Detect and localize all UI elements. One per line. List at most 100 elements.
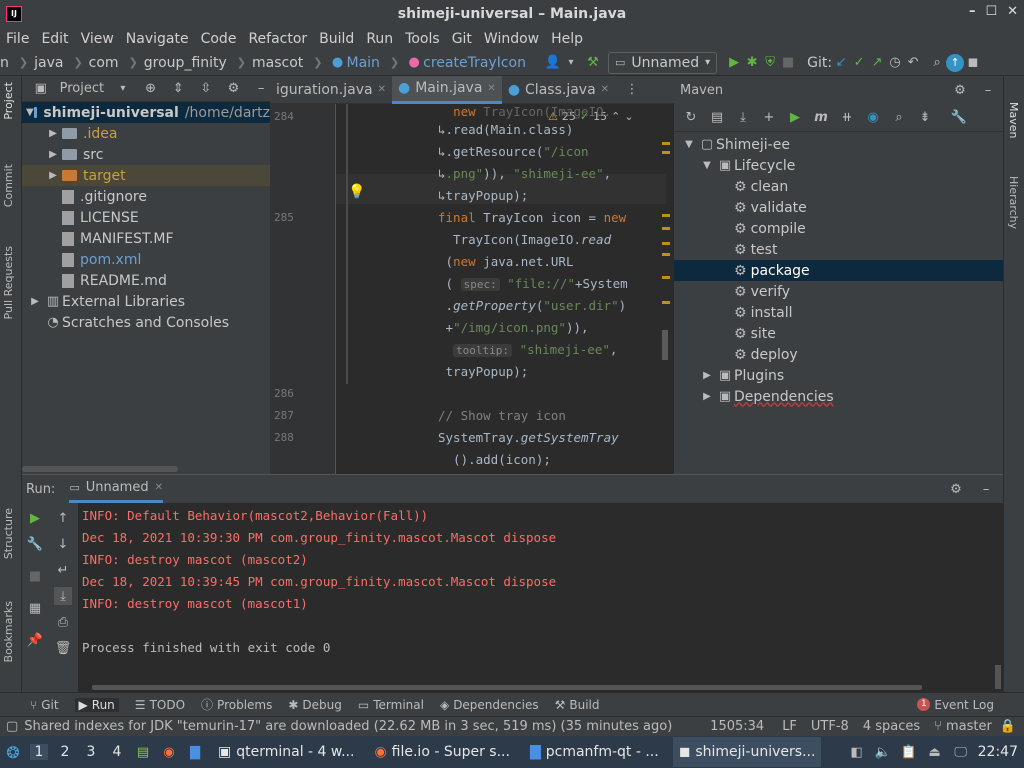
task-intellij[interactable]: ◼ shimeji-univers... [672, 737, 822, 767]
tab-structure-vertical[interactable]: Structure [2, 508, 15, 559]
toggle-offline-icon[interactable]: ⧺ [838, 109, 856, 127]
chevron-down-icon[interactable]: ▼ [698, 157, 716, 175]
clock[interactable]: 22:47 [978, 744, 1018, 760]
hide-icon[interactable]: – [252, 80, 270, 98]
run-tab-unnamed[interactable]: ▭ Unnamed ✕ [69, 475, 163, 503]
hammer-icon[interactable]: ⚒ [584, 54, 602, 72]
line-separator[interactable]: LF [782, 719, 797, 734]
project-view-label[interactable]: Project [60, 81, 104, 96]
breadcrumb-group-finity[interactable]: group_finity [144, 55, 227, 71]
status-message[interactable]: Shared indexes for JDK "temurin-17" are … [24, 719, 672, 734]
up-arrow-icon[interactable]: ↑ [54, 509, 72, 527]
tree-item[interactable]: README.md [22, 270, 270, 291]
add-icon[interactable]: + [760, 109, 778, 127]
chevron-up-icon[interactable]: ⌃ [611, 110, 620, 123]
wrench-icon[interactable]: 🔧 [950, 109, 968, 127]
close-icon[interactable]: ✕ [1007, 4, 1018, 19]
tab-dependencies[interactable]: ◈ Dependencies [440, 698, 539, 712]
task-firefox[interactable]: ◉ file.io - Super s... [368, 737, 516, 767]
maven-project-root[interactable]: ▼ ▢ Shimeji-ee [674, 134, 1003, 155]
menu-view[interactable]: View [81, 31, 114, 47]
menu-help[interactable]: Help [551, 31, 583, 47]
tree-item[interactable]: ▶ target [22, 165, 270, 186]
removable-drive-icon[interactable]: ⏏ [926, 743, 944, 761]
maven-goal-verify[interactable]: ⚙ verify [674, 281, 1003, 302]
pin-icon[interactable]: 📌 [26, 631, 44, 649]
maven-goal-test[interactable]: ⚙ test [674, 239, 1003, 260]
menu-build[interactable]: Build [319, 31, 354, 47]
reload-icon[interactable]: ↻ [682, 109, 700, 127]
tree-external-libraries[interactable]: ▶ ▥ External Libraries [22, 291, 270, 312]
tab-problems[interactable]: ⓘ Problems [201, 696, 272, 713]
workspace-3[interactable]: 3 [82, 744, 100, 760]
menu-window[interactable]: Window [484, 31, 539, 47]
stop-icon[interactable]: ■ [779, 54, 797, 72]
horizontal-scrollbar[interactable] [92, 685, 922, 690]
tab-git[interactable]: ⑂ Git [30, 698, 59, 712]
coverage-icon[interactable]: ⛨ [761, 54, 779, 72]
hide-icon[interactable]: – [979, 81, 997, 99]
task-qterminal[interactable]: ▣ qterminal - 4 w... [212, 737, 360, 767]
tree-scratches[interactable]: ◔ Scratches and Consoles [22, 312, 270, 333]
chevron-right-icon[interactable]: ▶ [26, 293, 44, 311]
start-menu-icon[interactable]: ❂ [4, 743, 22, 762]
display-icon[interactable]: 🖵 [952, 743, 970, 761]
user-icon[interactable]: 👤 [544, 54, 562, 72]
chevron-down-icon[interactable]: ▾ [114, 80, 132, 98]
wrench-icon[interactable]: 🔧 [26, 535, 44, 553]
clipboard-icon[interactable]: 📋 [900, 743, 918, 761]
maven-goal-site[interactable]: ⚙ site [674, 323, 1003, 344]
run-icon[interactable]: ▶ [725, 54, 743, 72]
breadcrumb-java[interactable]: java [34, 55, 63, 71]
menu-navigate[interactable]: Navigate [126, 31, 189, 47]
chevron-right-icon[interactable]: ▶ [698, 367, 716, 385]
breadcrumb-com[interactable]: com [89, 55, 119, 71]
tree-item[interactable]: ▶ .idea [22, 123, 270, 144]
breadcrumb-create-tray-icon[interactable]: createTrayIcon [423, 55, 526, 71]
close-icon[interactable]: ✕ [601, 84, 609, 95]
maven-lifecycle-node[interactable]: ▼ ▣ Lifecycle [674, 155, 1003, 176]
chevron-right-icon[interactable]: ▶ [698, 388, 716, 406]
tab-terminal[interactable]: ▭ Terminal [358, 698, 424, 712]
lock-icon[interactable]: 🔒 [1000, 719, 1016, 734]
maximize-icon[interactable]: ☐ [985, 4, 997, 19]
git-branch[interactable]: master [946, 719, 992, 734]
maven-dependencies-node[interactable]: ▶ ▣ Dependencies [674, 386, 1003, 407]
workspace-2[interactable]: 2 [56, 744, 74, 760]
tab-project-vertical[interactable]: Project [2, 82, 15, 120]
git-update-icon[interactable]: ↙ [832, 54, 850, 72]
hide-icon[interactable]: – [977, 480, 995, 498]
maven-goal-compile[interactable]: ⚙ compile [674, 218, 1003, 239]
file-encoding[interactable]: UTF-8 [811, 719, 849, 734]
debug-icon[interactable]: ✱ [743, 54, 761, 72]
run-config-selector[interactable]: ▭ Unnamed ▾ [607, 51, 718, 74]
task-pcmanfm[interactable]: ▇ pcmanfm-qt - ... [524, 737, 665, 767]
menu-edit[interactable]: Edit [41, 31, 68, 47]
update-icon[interactable]: ↑ [946, 53, 965, 72]
chevron-down-icon[interactable]: ⌄ [624, 110, 633, 123]
menu-refactor[interactable]: Refactor [248, 31, 307, 47]
folder-launcher-icon[interactable]: ▇ [186, 743, 204, 761]
vertical-scrollbar[interactable] [995, 665, 1001, 689]
volume-icon[interactable]: 🔈 [874, 743, 892, 761]
event-log-button[interactable]: 1 Event Log [917, 698, 994, 712]
locate-icon[interactable]: ⊕ [142, 80, 160, 98]
tree-root[interactable]: ▼ shimeji-universal /home/dartz [22, 102, 270, 123]
error-stripe[interactable] [662, 140, 670, 410]
tab-run[interactable]: ▶ Run [74, 697, 119, 712]
rollback-icon[interactable]: ↶ [904, 54, 922, 72]
menu-git[interactable]: Git [452, 31, 472, 47]
run-console-output[interactable]: INFO: Default Behavior(mascot2,Behavior(… [82, 505, 993, 659]
tree-item[interactable]: MANIFEST.MF [22, 228, 270, 249]
vertical-scrollbar[interactable] [662, 330, 668, 360]
firefox-launcher-icon[interactable]: ◉ [160, 743, 178, 761]
chevron-right-icon[interactable]: ▶ [44, 167, 62, 185]
search-icon[interactable]: ⌕ [890, 109, 908, 127]
chevron-down-icon[interactable]: ▼ [680, 136, 698, 154]
tree-item[interactable]: LICENSE [22, 207, 270, 228]
minimize-icon[interactable]: – [969, 4, 976, 19]
tab-build[interactable]: ⚒ Build [555, 698, 600, 712]
tab-main-java[interactable]: ● Main.java ✕ [391, 75, 502, 104]
tree-item[interactable]: pom.xml [22, 249, 270, 270]
git-commit-icon[interactable]: ✓ [850, 54, 868, 72]
